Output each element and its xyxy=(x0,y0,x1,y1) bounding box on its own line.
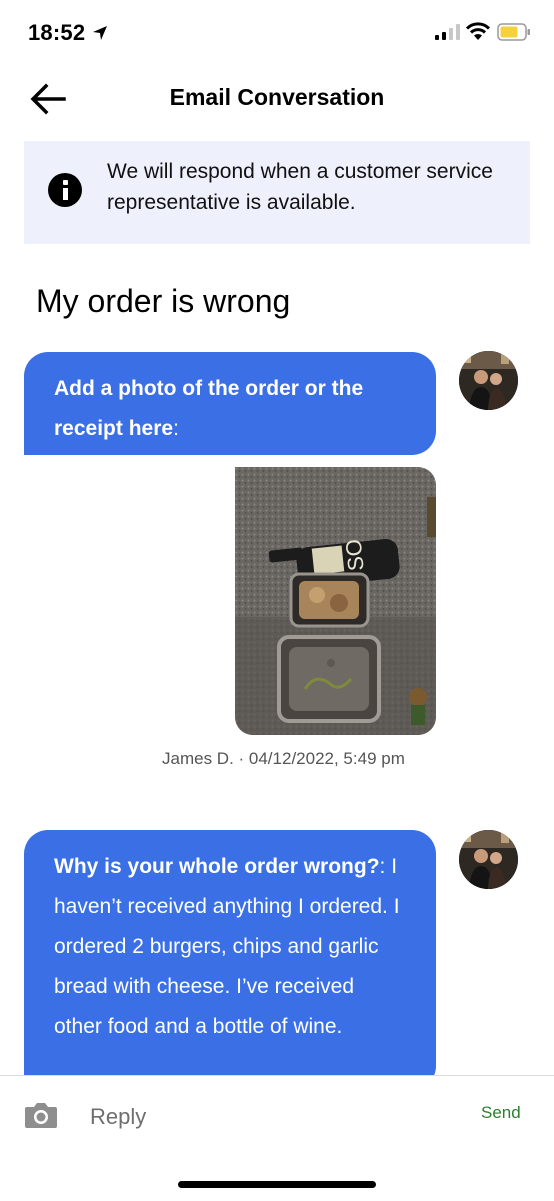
page-title: Email Conversation xyxy=(169,84,385,110)
home-indicator xyxy=(178,1181,376,1188)
notice-text: We will respond when a customer service … xyxy=(107,160,493,214)
message-bold: Why is your whole order wrong? xyxy=(54,855,380,878)
message-bubble: Add a photo of the order or the receipt … xyxy=(24,352,436,455)
wifi-icon xyxy=(465,22,491,40)
svg-text:SO: SO xyxy=(341,538,369,572)
info-notice: We will respond when a customer service … xyxy=(24,141,530,244)
message-bubble: Why is your whole order wrong?: I haven’… xyxy=(24,830,436,1090)
battery-icon xyxy=(497,23,530,41)
location-arrow-icon xyxy=(93,26,107,40)
conversation-subject: My order is wrong xyxy=(36,283,291,319)
message-text: : xyxy=(173,417,179,440)
status-bar: 18:52 xyxy=(0,0,554,60)
reply-input[interactable] xyxy=(90,1104,430,1130)
message-bold: Add a photo of the order or the receipt … xyxy=(54,377,364,440)
send-button[interactable]: Send xyxy=(481,1103,521,1123)
avatar xyxy=(459,351,518,410)
cellular-signal-icon xyxy=(435,24,460,40)
order-photo[interactable]: SO xyxy=(235,467,436,735)
message-text: : I haven’t received anything I ordered.… xyxy=(54,855,400,1038)
avatar xyxy=(459,830,518,889)
info-icon xyxy=(48,173,82,207)
status-time: 18:52 xyxy=(28,20,86,45)
camera-icon[interactable] xyxy=(24,1101,58,1129)
message-meta: James D. · 04/12/2022, 5:49 pm xyxy=(162,749,405,768)
